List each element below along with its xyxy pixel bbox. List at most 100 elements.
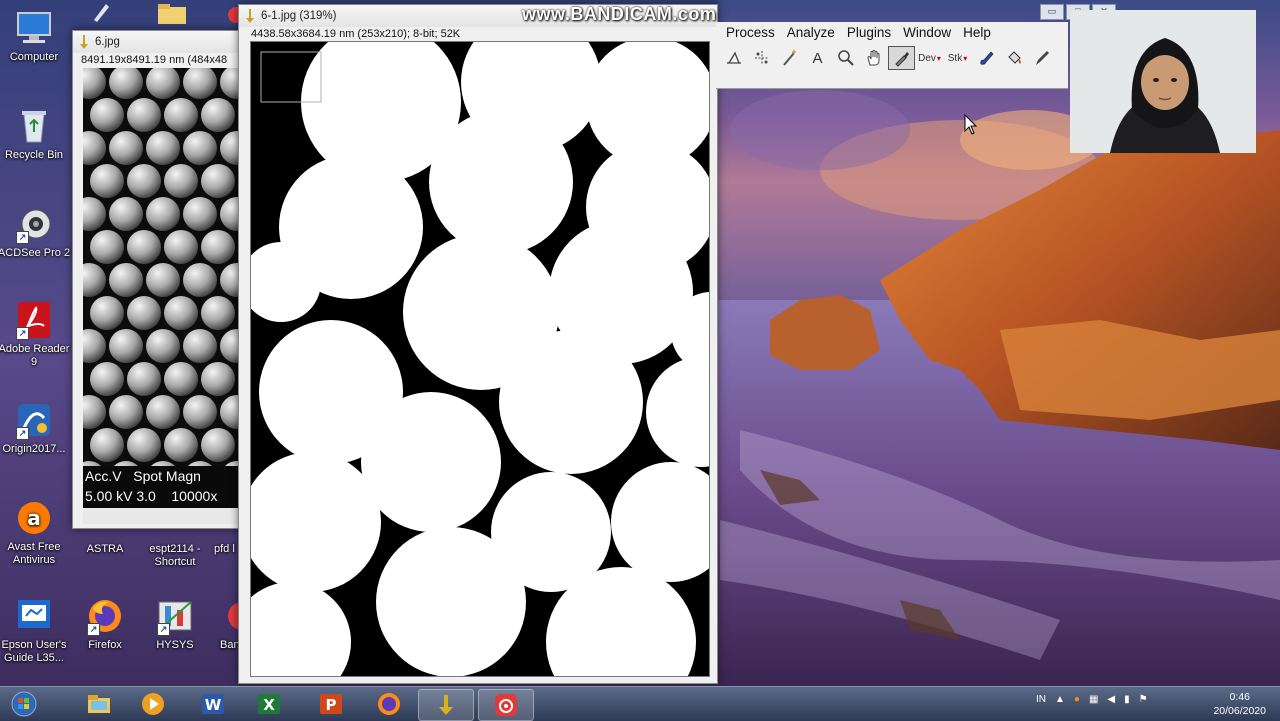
binary-image-canvas[interactable] (250, 41, 710, 677)
menu-analyze[interactable]: Analyze (785, 25, 837, 40)
tray-avast-icon[interactable]: ● (1074, 694, 1080, 705)
tray-network-icon[interactable]: ▦ (1089, 694, 1098, 705)
menu-window[interactable]: Window (901, 25, 953, 40)
sem-particle (109, 197, 143, 231)
pen-icon (94, 4, 109, 22)
sem-particle (164, 428, 198, 462)
binary-particle (646, 357, 709, 467)
taskbar-powerpoint[interactable]: P (304, 689, 358, 719)
sem-particle (83, 329, 106, 363)
acdsee-icon: ↗ (14, 204, 54, 244)
multipoint-tool-icon[interactable] (748, 46, 775, 70)
sem-particle (164, 98, 198, 132)
taskbar-bandicam[interactable] (478, 689, 534, 721)
pencil-tool-icon[interactable] (1028, 46, 1055, 70)
taskbar-media-player[interactable] (126, 689, 180, 719)
desktop-icon-astra[interactable]: ASTRA (68, 530, 142, 556)
menu-process[interactable]: Process (724, 25, 777, 40)
sem-caption-line1: Acc.V Spot Magn (85, 468, 201, 484)
desktop-icon-espt2114[interactable]: espt2114 - Shortcut (138, 530, 212, 569)
stacks-menu-icon[interactable]: Stk ▾ (944, 46, 971, 70)
menu-plugins[interactable]: Plugins (845, 25, 893, 40)
binary-particle (361, 392, 501, 532)
folder-icon (158, 4, 186, 24)
desktop-icon-acdsee[interactable]: ↗ ACDSee Pro 2 (0, 204, 71, 260)
media-player-icon (142, 693, 164, 715)
binary-particle (429, 110, 573, 254)
desktop-icon-label: Computer (9, 51, 59, 63)
flood-fill-tool-icon[interactable] (1000, 46, 1027, 70)
taskbar-excel[interactable]: X (242, 689, 296, 719)
desktop-icon-pfd[interactable]: pfd l (202, 530, 242, 556)
sem-particle (146, 395, 180, 429)
sem-particle (83, 131, 106, 165)
menu-help[interactable]: Help (961, 25, 993, 40)
sem-particle (109, 263, 143, 297)
desktop-icon-label: Recycle Bin (4, 149, 64, 161)
desktop-icon-label: Adobe Reader 9 (0, 343, 70, 368)
sem-particle (146, 263, 180, 297)
desktop-icon-hysys[interactable]: ↗ HYSYS (138, 596, 212, 652)
sem-window-titlebar[interactable]: 6.jpg (73, 31, 243, 53)
sem-particle (83, 263, 106, 297)
webcam-overlay (1070, 10, 1256, 153)
binary-image-window[interactable]: 6-1.jpg (319%) 4438.58x3684.19 nm (253x2… (238, 4, 718, 684)
sem-particle (90, 428, 124, 462)
desktop-icon-partial-top[interactable] (90, 2, 110, 22)
line-tool-icon[interactable] (720, 46, 747, 70)
desktop-icon-label: espt2114 - Shortcut (149, 543, 201, 568)
sem-particle (127, 428, 161, 462)
start-button[interactable] (0, 689, 48, 719)
sem-particle (90, 164, 124, 198)
desktop-icon-firefox[interactable]: ↗ Firefox (68, 596, 142, 652)
tray-power-icon[interactable]: ▮ (1124, 694, 1130, 705)
text-tool-label: A (812, 49, 823, 67)
desktop-icon-epson[interactable]: Epson User's Guide L35... (0, 596, 71, 665)
taskbar-file-explorer[interactable] (72, 689, 126, 719)
desktop-icon-adobe-reader[interactable]: ↗ Adobe Reader 9 (0, 300, 71, 369)
computer-icon (14, 8, 54, 48)
dev-menu-icon[interactable]: Dev ▾ (916, 46, 943, 70)
taskbar-clock[interactable]: 0:46 20/06/2020 (1213, 690, 1266, 718)
sem-image-canvas[interactable]: Acc.V Spot Magn 5.00 kV 3.0 10000x (83, 68, 241, 524)
tray-expand-icon[interactable]: ▲ (1055, 694, 1065, 705)
sem-particle (183, 197, 217, 231)
taskbar-word[interactable]: W (186, 689, 240, 719)
color-picker-tool-icon[interactable] (888, 46, 915, 70)
wand-tool-icon[interactable] (776, 46, 803, 70)
desktop-icon-computer[interactable]: Computer (0, 8, 71, 64)
sem-particle (201, 230, 235, 264)
tray-volume-icon[interactable]: ◀ (1107, 694, 1115, 705)
sem-window-title: 6.jpg (95, 36, 120, 48)
sem-caption-line2: 5.00 kV 3.0 10000x (85, 488, 218, 504)
desktop-icon-partial-folder[interactable] (158, 4, 186, 24)
desktop-icon-recycle-bin[interactable]: Recycle Bin (0, 106, 71, 162)
presenter-video-icon (1070, 10, 1256, 153)
desktop-icon-bandicam[interactable]: Ban (202, 596, 256, 652)
sem-particle (83, 68, 106, 99)
sem-particle (164, 296, 198, 330)
sem-image-window[interactable]: 6.jpg 8491.19x8491.19 nm (484x48 Acc.V S… (72, 30, 244, 529)
imagej-main-window[interactable]: Process Analyze Plugins Window Help A De… (716, 22, 1068, 89)
tray-flag-icon[interactable]: ⚑ (1139, 694, 1148, 705)
svg-text:P: P (326, 696, 337, 714)
binary-particle (251, 452, 381, 592)
avast-icon: a (14, 498, 54, 538)
sem-particle (183, 131, 217, 165)
tray-language[interactable]: IN (1036, 694, 1046, 705)
desktop-icon-avast[interactable]: a Avast Free Antivirus (0, 498, 71, 567)
shortcut-arrow-icon: ↗ (16, 327, 29, 340)
sem-particle (127, 98, 161, 132)
sem-particle (183, 395, 217, 429)
taskbar-imagej[interactable] (418, 689, 474, 721)
desktop-icon-origin[interactable]: ↗ Origin2017... (0, 400, 71, 456)
svg-text:X: X (263, 696, 275, 714)
taskbar-firefox[interactable] (362, 689, 416, 719)
minimize-button[interactable]: ▭ (1040, 4, 1064, 20)
text-tool-icon[interactable]: A (804, 46, 831, 70)
magnifier-tool-icon[interactable] (832, 46, 859, 70)
recording-watermark: www.BANDICAM.com (522, 4, 717, 24)
brush-tool-icon[interactable] (972, 46, 999, 70)
sem-particle (201, 98, 235, 132)
hand-tool-icon[interactable] (860, 46, 887, 70)
